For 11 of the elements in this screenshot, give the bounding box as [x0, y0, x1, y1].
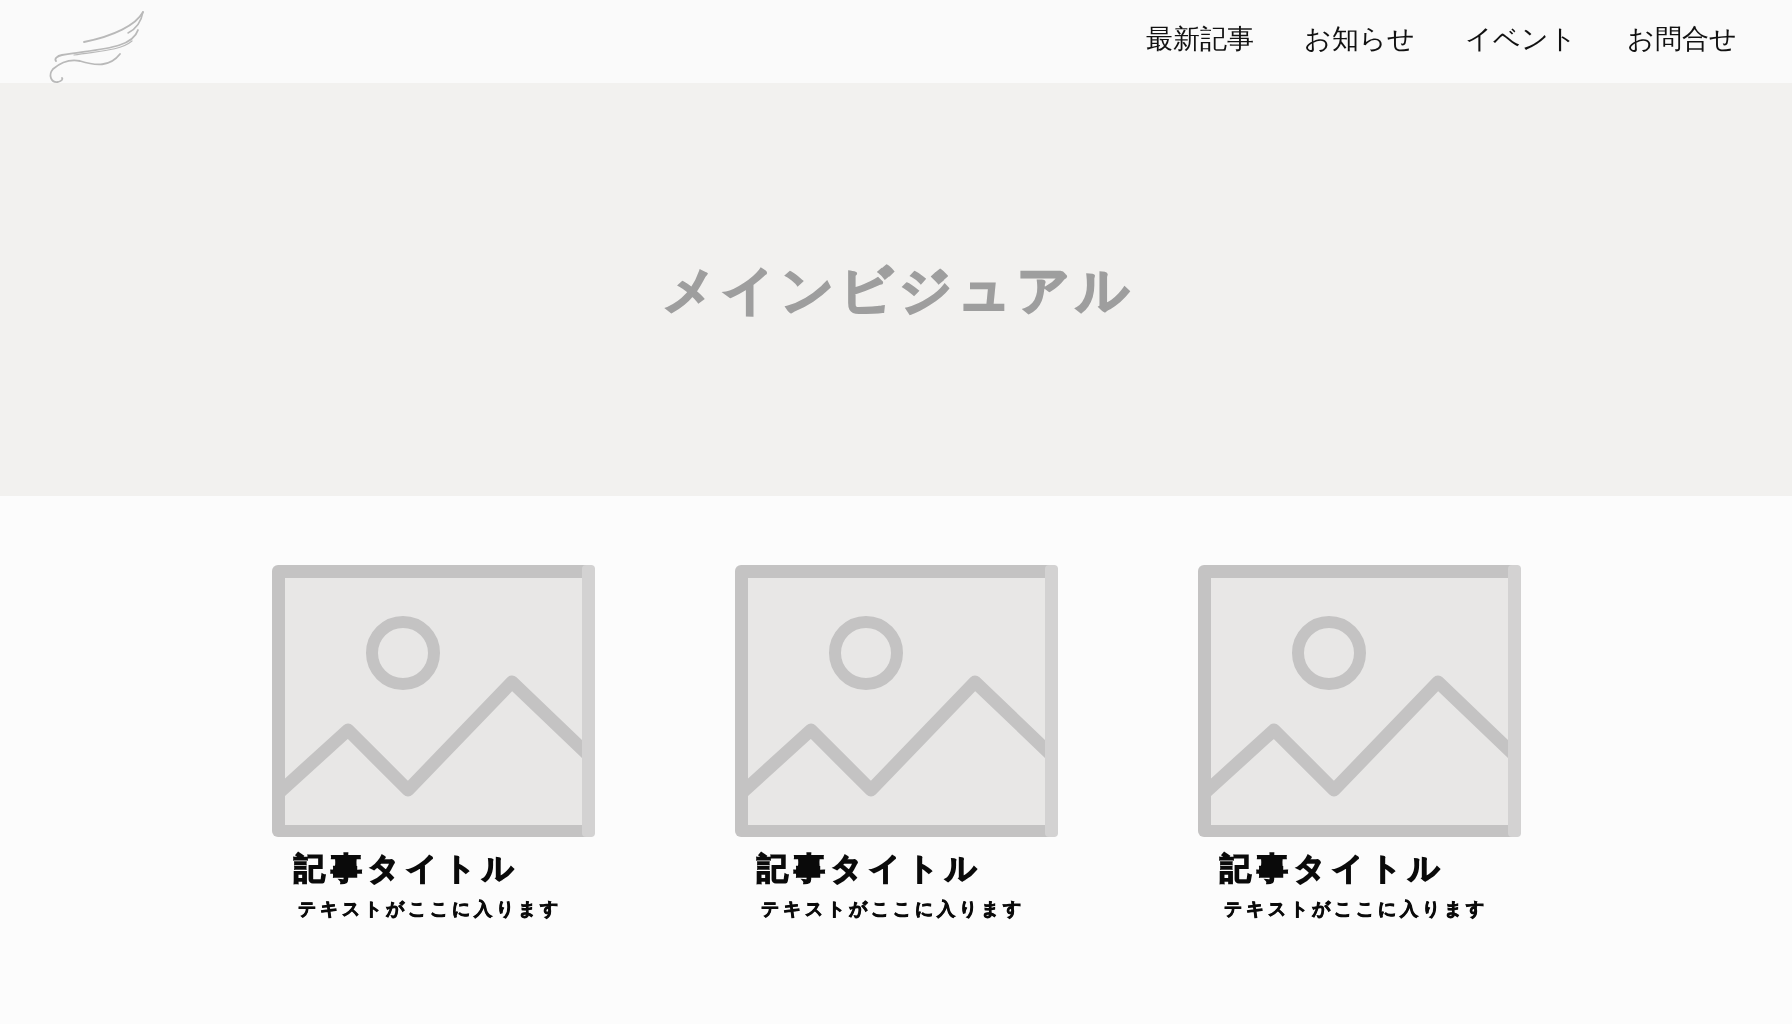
nav-link[interactable]: お知らせ: [1304, 25, 1415, 52]
article-text: テキストがここに入ります: [297, 900, 562, 918]
article-text: テキストがここに入ります: [1223, 900, 1488, 918]
hero-title: メインビジュアル: [662, 263, 1135, 316]
article-title: 記事タイトル: [756, 853, 983, 884]
article-text: テキストがここに入ります: [760, 900, 1025, 918]
nav-link[interactable]: 最新記事: [1146, 25, 1254, 52]
nav-link[interactable]: イベント: [1465, 25, 1577, 52]
nav-link[interactable]: お問合せ: [1627, 25, 1737, 52]
article-title: 記事タイトル: [293, 853, 520, 884]
article-title: 記事タイトル: [1219, 853, 1446, 884]
